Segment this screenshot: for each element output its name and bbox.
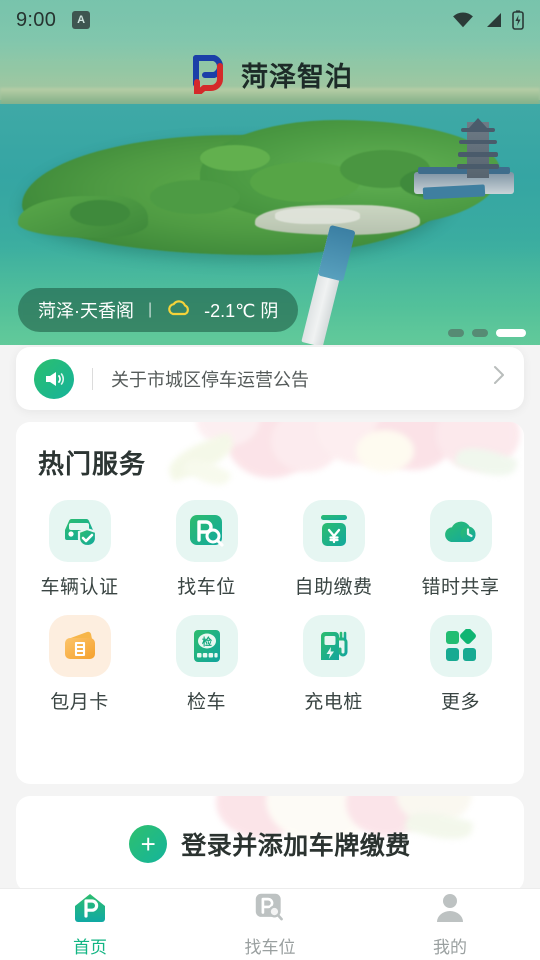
keyboard-indicator-icon: A (72, 11, 91, 29)
announcement-bar[interactable]: 关于市城区停车运营公告 (16, 347, 524, 410)
tab-profile[interactable]: 我的 (360, 889, 540, 960)
tab-label: 我的 (433, 937, 467, 957)
weather-pill[interactable]: 菏泽·天香阁 | -2.1℃ 阴 (18, 288, 299, 332)
cloudy-icon (166, 298, 192, 323)
weather-location: 菏泽·天香阁 (38, 301, 134, 321)
cloud-clock-icon (429, 500, 492, 562)
service-label: 错时共享 (421, 577, 500, 598)
carousel-dot-3[interactable] (496, 329, 526, 337)
bottom-tab-bar: 首页 找车位 我的 (0, 888, 540, 960)
plus-circle-icon[interactable]: + (129, 825, 168, 863)
service-item-car-verify[interactable]: 车辆认证 (16, 500, 143, 599)
banner-plaza (275, 208, 360, 224)
service-label: 充电桩 (304, 692, 363, 713)
status-icons (452, 10, 524, 30)
weather-divider: | (148, 301, 153, 318)
person-icon (434, 892, 466, 929)
services-grid: 车辆认证 找车位 自助缴费 错时共享 包月卡 检 检车 充电桩 更多 (16, 500, 524, 714)
svg-text:检: 检 (202, 636, 212, 649)
app-screen: 9:00 A 菏泽智泊 菏泽·天香阁 | -2.1℃ 阴 关于市城区停车运营公告… (0, 0, 540, 960)
vehicle-inspection-icon: 检 (175, 615, 238, 677)
service-item-find-parking[interactable]: 找车位 (143, 500, 270, 599)
add-plate-card[interactable]: + 登录并添加车牌缴费 (16, 796, 524, 892)
announcement-text: 关于市城区停车运营公告 (111, 369, 309, 390)
chevron-right-icon[interactable] (492, 363, 506, 394)
parking-search-icon (175, 500, 238, 562)
service-label: 自助缴费 (294, 577, 373, 598)
monthly-card-icon (48, 615, 111, 677)
service-item-monthly-card[interactable]: 包月卡 (16, 615, 143, 714)
status-time: 9:00 (16, 8, 57, 31)
carousel-dot-1[interactable] (448, 329, 464, 337)
tab-label: 首页 (73, 937, 107, 957)
charging-pile-icon (302, 615, 365, 677)
tab-label: 找车位 (244, 937, 296, 957)
service-label: 找车位 (177, 577, 236, 598)
megaphone-icon (34, 358, 74, 399)
home-parking-icon (73, 892, 107, 929)
service-label: 检车 (186, 692, 226, 713)
weather-temperature: -2.1℃ 阴 (204, 301, 279, 321)
service-item-self-payment[interactable]: 自助缴费 (270, 500, 397, 599)
service-label: 包月卡 (50, 692, 109, 713)
carousel-indicators[interactable] (448, 329, 526, 337)
tab-home[interactable]: 首页 (0, 889, 180, 960)
hot-services-card: 热门服务 车辆认证 找车位 自助缴费 错时共享 包月卡 检 检车 充电桩 更多 (16, 422, 524, 784)
battery-charging-icon (512, 10, 524, 30)
more-grid-icon (429, 615, 492, 677)
tab-find-parking[interactable]: 找车位 (180, 889, 360, 960)
app-header: 菏泽智泊 (0, 48, 540, 100)
parking-search-icon (254, 892, 286, 929)
hz-parking-logo-icon (187, 54, 229, 97)
service-item-time-share[interactable]: 错时共享 (397, 500, 524, 599)
page-title: 菏泽智泊 (241, 61, 353, 92)
section-title-hot-services: 热门服务 (38, 449, 147, 479)
cellular-signal-icon (487, 13, 501, 27)
carousel-dot-2[interactable] (472, 329, 488, 337)
service-item-inspection[interactable]: 检 检车 (143, 615, 270, 714)
service-label: 车辆认证 (40, 577, 119, 598)
car-verify-icon (48, 500, 111, 562)
service-item-charging-pile[interactable]: 充电桩 (270, 615, 397, 714)
wifi-icon (453, 12, 473, 28)
banner-pagoda-tower (457, 118, 499, 178)
announcement-divider (92, 367, 93, 390)
service-label: 更多 (440, 692, 480, 713)
yuan-payment-icon (302, 500, 365, 562)
service-item-more[interactable]: 更多 (397, 615, 524, 714)
status-bar: 9:00 A (0, 0, 540, 40)
add-plate-label: 登录并添加车牌缴费 (181, 832, 411, 860)
